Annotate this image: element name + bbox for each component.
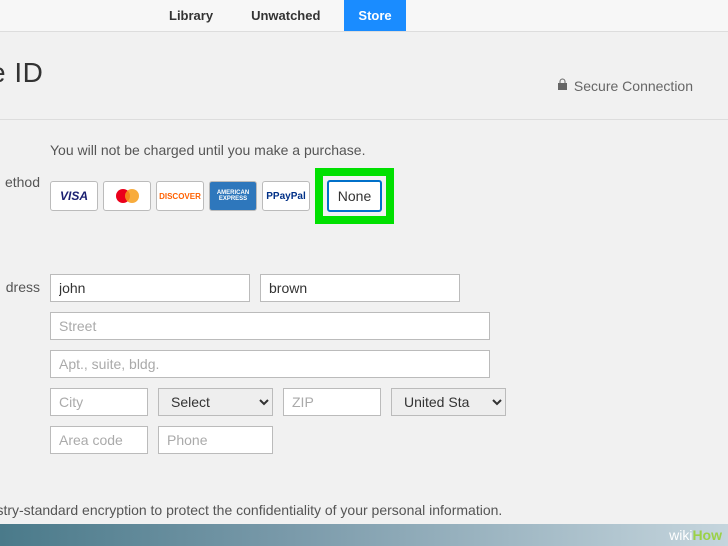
last-name-field[interactable] <box>260 274 460 302</box>
billing-address-label: dress <box>0 279 40 295</box>
state-select[interactable]: Select <box>158 388 273 416</box>
highlight-none-option: None <box>315 168 394 224</box>
tab-library[interactable]: Library <box>155 0 227 31</box>
secure-text: Secure Connection <box>574 78 693 94</box>
encryption-notice: industry-standard encryption to protect … <box>0 502 502 518</box>
charge-notice: You will not be charged until you make a… <box>50 142 728 158</box>
payment-mastercard[interactable] <box>103 181 151 211</box>
payment-amex[interactable]: AMERICAN EXPRESS <box>209 181 257 211</box>
payment-methods: VISA DISCOVER AMERICAN EXPRESS P PayPal … <box>50 168 394 224</box>
payment-paypal[interactable]: P PayPal <box>262 181 310 211</box>
country-select[interactable]: United Sta <box>391 388 506 416</box>
street-field[interactable] <box>50 312 490 340</box>
payment-none[interactable]: None <box>327 180 382 212</box>
wikihow-watermark: wikiHow <box>669 527 722 543</box>
apt-field[interactable] <box>50 350 490 378</box>
city-field[interactable] <box>50 388 148 416</box>
tab-unwatched[interactable]: Unwatched <box>237 0 334 31</box>
payment-method-label: ethod <box>0 174 40 190</box>
payment-discover[interactable]: DISCOVER <box>156 181 204 211</box>
secure-connection-label: Secure Connection <box>557 78 693 94</box>
payment-visa[interactable]: VISA <box>50 181 98 211</box>
tab-store[interactable]: Store <box>344 0 405 31</box>
first-name-field[interactable] <box>50 274 250 302</box>
phone-field[interactable] <box>158 426 273 454</box>
lock-icon <box>557 78 568 94</box>
divider <box>0 119 728 120</box>
top-navigation: Library Unwatched Store <box>0 0 728 32</box>
zip-field[interactable] <box>283 388 381 416</box>
area-code-field[interactable] <box>50 426 148 454</box>
bottom-banner <box>0 524 728 546</box>
